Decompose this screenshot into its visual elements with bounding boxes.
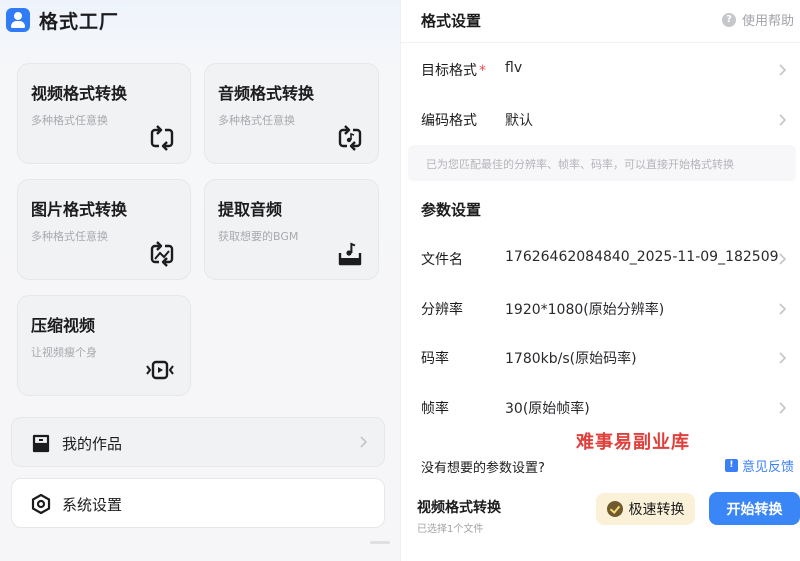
param-row-filename[interactable]: 文件名 17626462084840_2025-11-09_182509 xyxy=(401,235,800,283)
home-indicator xyxy=(370,541,390,544)
codec-value: 默认 xyxy=(505,113,533,129)
param-label: 分辨率 xyxy=(421,302,463,318)
header-divider xyxy=(401,42,800,43)
check-badge-icon xyxy=(606,501,623,517)
param-label: 文件名 xyxy=(421,252,463,268)
extract-audio-icon xyxy=(338,242,362,266)
codec-field[interactable]: 编码格式 默认 xyxy=(401,96,800,144)
panel-title: 格式设置 xyxy=(421,12,482,30)
help-label: 使用帮助 xyxy=(741,14,794,29)
app-root: 格式工厂 视频格式转换 多种格式任意换 音频格式转换 多种格式任意换 图片格式转… xyxy=(0,0,800,561)
folder-icon xyxy=(32,434,50,453)
feedback-link[interactable]: ! 意见反馈 xyxy=(724,456,794,475)
missing-params-question: 没有想要的参数设置? xyxy=(421,461,545,476)
swap-audio-icon xyxy=(338,125,362,151)
app-logo-icon xyxy=(6,8,30,32)
app-title: 格式工厂 xyxy=(39,10,120,33)
target-format-field[interactable]: 目标格式 * flv xyxy=(401,46,800,94)
compress-video-icon xyxy=(146,360,174,380)
watermark-text: 难事易副业库 xyxy=(576,432,690,453)
chevron-right-icon xyxy=(779,352,787,364)
start-convert-button[interactable]: 开始转换 xyxy=(709,492,800,525)
feedback-label: 意见反馈 xyxy=(741,460,794,475)
tool-card-image-convert[interactable]: 图片格式转换 多种格式任意换 xyxy=(17,179,191,280)
chevron-right-icon xyxy=(779,114,787,126)
help-icon: ? xyxy=(721,12,736,27)
my-works-label: 我的作品 xyxy=(62,435,123,453)
swap-image-icon xyxy=(150,241,174,267)
auto-match-hint: 已为您匹配最佳的分辨率、帧率、码率，可以直接开始格式转换 xyxy=(408,145,796,181)
target-format-value: flv xyxy=(505,60,523,76)
tool-card-subtitle: 多种格式任意换 xyxy=(31,114,108,127)
tool-card-subtitle: 多种格式任意换 xyxy=(31,230,108,243)
param-value: 1920*1080(原始分辨率) xyxy=(505,302,665,318)
tool-card-title: 视频格式转换 xyxy=(31,84,128,103)
my-works-row[interactable]: 我的作品 xyxy=(11,417,385,467)
codec-label: 编码格式 xyxy=(421,113,477,129)
fast-convert-label: 极速转换 xyxy=(628,502,685,518)
bottom-task-title: 视频格式转换 xyxy=(417,500,501,516)
tool-card-title: 压缩视频 xyxy=(31,316,96,335)
hint-text: 已为您匹配最佳的分辨率、帧率、码率，可以直接开始格式转换 xyxy=(426,158,734,171)
format-settings-panel: 格式设置 ? 使用帮助 目标格式 * flv 编码格式 默认 已为您匹配最佳的分辨… xyxy=(401,0,800,561)
param-row-framerate[interactable]: 帧率 30(原始帧率) xyxy=(401,384,800,432)
left-panel: 格式工厂 视频格式转换 多种格式任意换 音频格式转换 多种格式任意换 图片格式转… xyxy=(0,0,400,561)
target-format-label: 目标格式 * xyxy=(421,63,486,79)
param-label: 码率 xyxy=(421,351,449,367)
tool-card-extract-audio[interactable]: 提取音频 获取想要的BGM xyxy=(204,179,379,280)
system-settings-row[interactable]: 系统设置 xyxy=(11,478,385,528)
tool-card-title: 提取音频 xyxy=(218,200,283,219)
chevron-right-icon xyxy=(779,64,787,76)
tool-card-audio-convert[interactable]: 音频格式转换 多种格式任意换 xyxy=(204,63,379,164)
tool-card-video-convert[interactable]: 视频格式转换 多种格式任意换 xyxy=(17,63,191,164)
settings-icon xyxy=(31,493,51,515)
param-row-bitrate[interactable]: 码率 1780kb/s(原始码率) xyxy=(401,334,800,382)
required-marker: * xyxy=(479,63,486,79)
param-value: 30(原始帧率) xyxy=(505,401,590,417)
param-value: 1780kb/s(原始码率) xyxy=(505,351,637,367)
chevron-right-icon xyxy=(779,303,787,315)
help-link[interactable]: ? 使用帮助 xyxy=(721,10,794,29)
selected-files-count: 已选择1个文件 xyxy=(417,524,484,535)
param-value: 17626462084840_2025-11-09_182509 xyxy=(505,249,779,265)
fast-convert-button[interactable]: 极速转换 xyxy=(596,493,695,525)
swap-video-icon xyxy=(150,125,174,151)
chevron-right-icon xyxy=(779,253,787,265)
param-row-resolution[interactable]: 分辨率 1920*1080(原始分辨率) xyxy=(401,285,800,333)
chevron-right-icon xyxy=(360,436,368,448)
app-header: 格式工厂 xyxy=(6,6,119,34)
tool-card-subtitle: 获取想要的BGM xyxy=(218,230,299,243)
param-label: 帧率 xyxy=(421,401,449,417)
params-section-title: 参数设置 xyxy=(421,201,482,219)
system-settings-label: 系统设置 xyxy=(62,496,123,514)
tool-card-compress-video[interactable]: 压缩视频 让视频瘦个身 xyxy=(17,295,191,396)
tool-card-title: 音频格式转换 xyxy=(218,84,315,103)
tool-card-subtitle: 多种格式任意换 xyxy=(218,114,295,127)
tool-card-subtitle: 让视频瘦个身 xyxy=(31,346,97,359)
chevron-right-icon xyxy=(779,402,787,414)
tool-card-title: 图片格式转换 xyxy=(31,200,128,219)
feedback-icon: ! xyxy=(724,459,738,472)
